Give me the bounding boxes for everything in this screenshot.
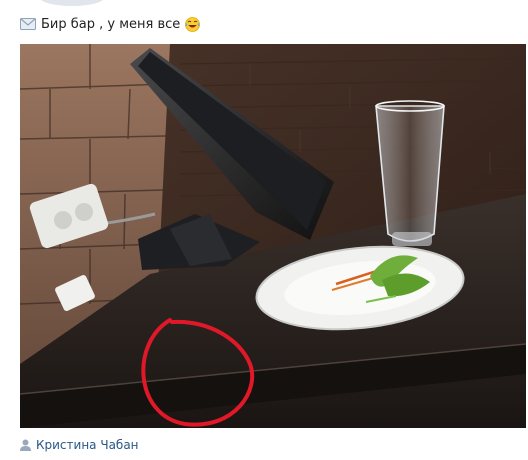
person-icon [20, 439, 31, 451]
post-photo[interactable] [20, 44, 526, 428]
laughing-emoji-icon [185, 16, 201, 32]
author-name-link[interactable]: Кристина Чабан [36, 438, 139, 452]
message-text: Бир бар , у меня все [41, 16, 181, 32]
envelope-icon [20, 18, 36, 30]
post-author[interactable]: Кристина Чабан [20, 436, 139, 454]
photo-scene [20, 44, 526, 428]
previous-post-avatar-fragment [40, 0, 104, 6]
post-message: Бир бар , у меня все [20, 14, 201, 34]
